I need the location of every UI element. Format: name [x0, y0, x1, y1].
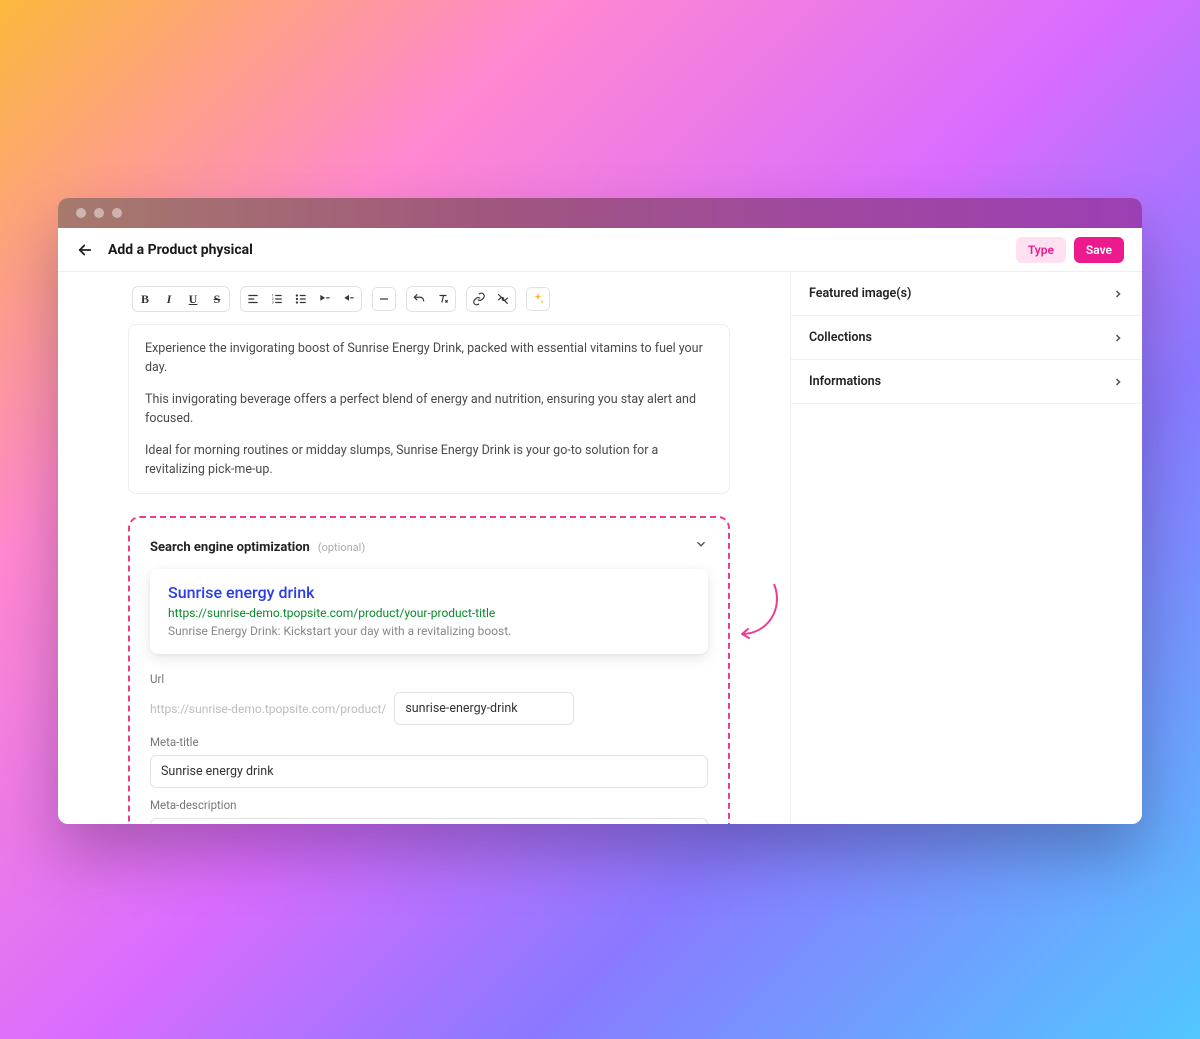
- underline-button[interactable]: U: [181, 287, 205, 311]
- save-button[interactable]: Save: [1074, 237, 1124, 263]
- back-arrow-icon[interactable]: [76, 241, 94, 259]
- chevron-right-icon: [1112, 288, 1124, 300]
- page-title: Add a Product physical: [108, 242, 253, 258]
- chevron-right-icon: [1112, 332, 1124, 344]
- meta-title-input[interactable]: [150, 755, 708, 788]
- description-paragraph: Ideal for morning routines or midday slu…: [145, 441, 713, 480]
- ordered-list-button[interactable]: 123: [265, 287, 289, 311]
- side-item-label: Informations: [809, 374, 881, 389]
- italic-button[interactable]: I: [157, 287, 181, 311]
- seo-preview-desc: Sunrise Energy Drink: Kickstart your day…: [168, 624, 690, 638]
- unlink-button[interactable]: [491, 287, 515, 311]
- hr-button[interactable]: [372, 287, 396, 311]
- side-panel: Featured image(s) Collections Informatio…: [790, 272, 1142, 824]
- seo-heading: Search engine optimization: [150, 540, 310, 555]
- link-button[interactable]: [467, 287, 491, 311]
- unordered-list-button[interactable]: [289, 287, 313, 311]
- seo-preview-card: Sunrise energy drink https://sunrise-dem…: [150, 569, 708, 654]
- seo-optional-tag: (optional): [318, 541, 365, 554]
- url-label: Url: [150, 672, 708, 686]
- side-item-label: Collections: [809, 330, 872, 345]
- meta-description-input[interactable]: [150, 818, 708, 824]
- seo-section: Search engine optimization (optional) Su…: [128, 516, 730, 824]
- main-column: B I U S 123: [58, 272, 790, 824]
- app-window: Add a Product physical Type Save B I U S: [58, 198, 1142, 824]
- type-button[interactable]: Type: [1016, 237, 1066, 263]
- indent-button[interactable]: [313, 287, 337, 311]
- side-item-collections[interactable]: Collections: [791, 316, 1142, 360]
- url-slug-input[interactable]: [394, 692, 574, 725]
- body: B I U S 123: [58, 272, 1142, 824]
- outdent-button[interactable]: [337, 287, 361, 311]
- ai-sparkle-button[interactable]: [526, 287, 550, 311]
- url-prefix: https://sunrise-demo.tpopsite.com/produc…: [150, 702, 386, 716]
- description-paragraph: Experience the invigorating boost of Sun…: [145, 339, 713, 378]
- seo-preview-title: Sunrise energy drink: [168, 583, 690, 602]
- window-titlebar: [58, 198, 1142, 228]
- side-item-featured-images[interactable]: Featured image(s): [791, 272, 1142, 316]
- page-header: Add a Product physical Type Save: [58, 228, 1142, 272]
- chevron-right-icon: [1112, 376, 1124, 388]
- description-editor[interactable]: Experience the invigorating boost of Sun…: [128, 324, 730, 494]
- chevron-down-icon[interactable]: [694, 536, 708, 555]
- clear-format-button[interactable]: [431, 287, 455, 311]
- editor-toolbar: B I U S 123: [128, 280, 730, 318]
- side-item-informations[interactable]: Informations: [791, 360, 1142, 404]
- meta-title-label: Meta-title: [150, 735, 708, 749]
- window-dot: [112, 208, 122, 218]
- meta-description-label: Meta-description: [150, 798, 708, 812]
- svg-text:3: 3: [272, 301, 274, 305]
- side-item-label: Featured image(s): [809, 286, 911, 301]
- strike-button[interactable]: S: [205, 287, 229, 311]
- undo-button[interactable]: [407, 287, 431, 311]
- window-dot: [94, 208, 104, 218]
- description-paragraph: This invigorating beverage offers a perf…: [145, 390, 713, 429]
- seo-preview-url: https://sunrise-demo.tpopsite.com/produc…: [168, 606, 690, 620]
- bold-button[interactable]: B: [133, 287, 157, 311]
- align-button[interactable]: [241, 287, 265, 311]
- window-dot: [76, 208, 86, 218]
